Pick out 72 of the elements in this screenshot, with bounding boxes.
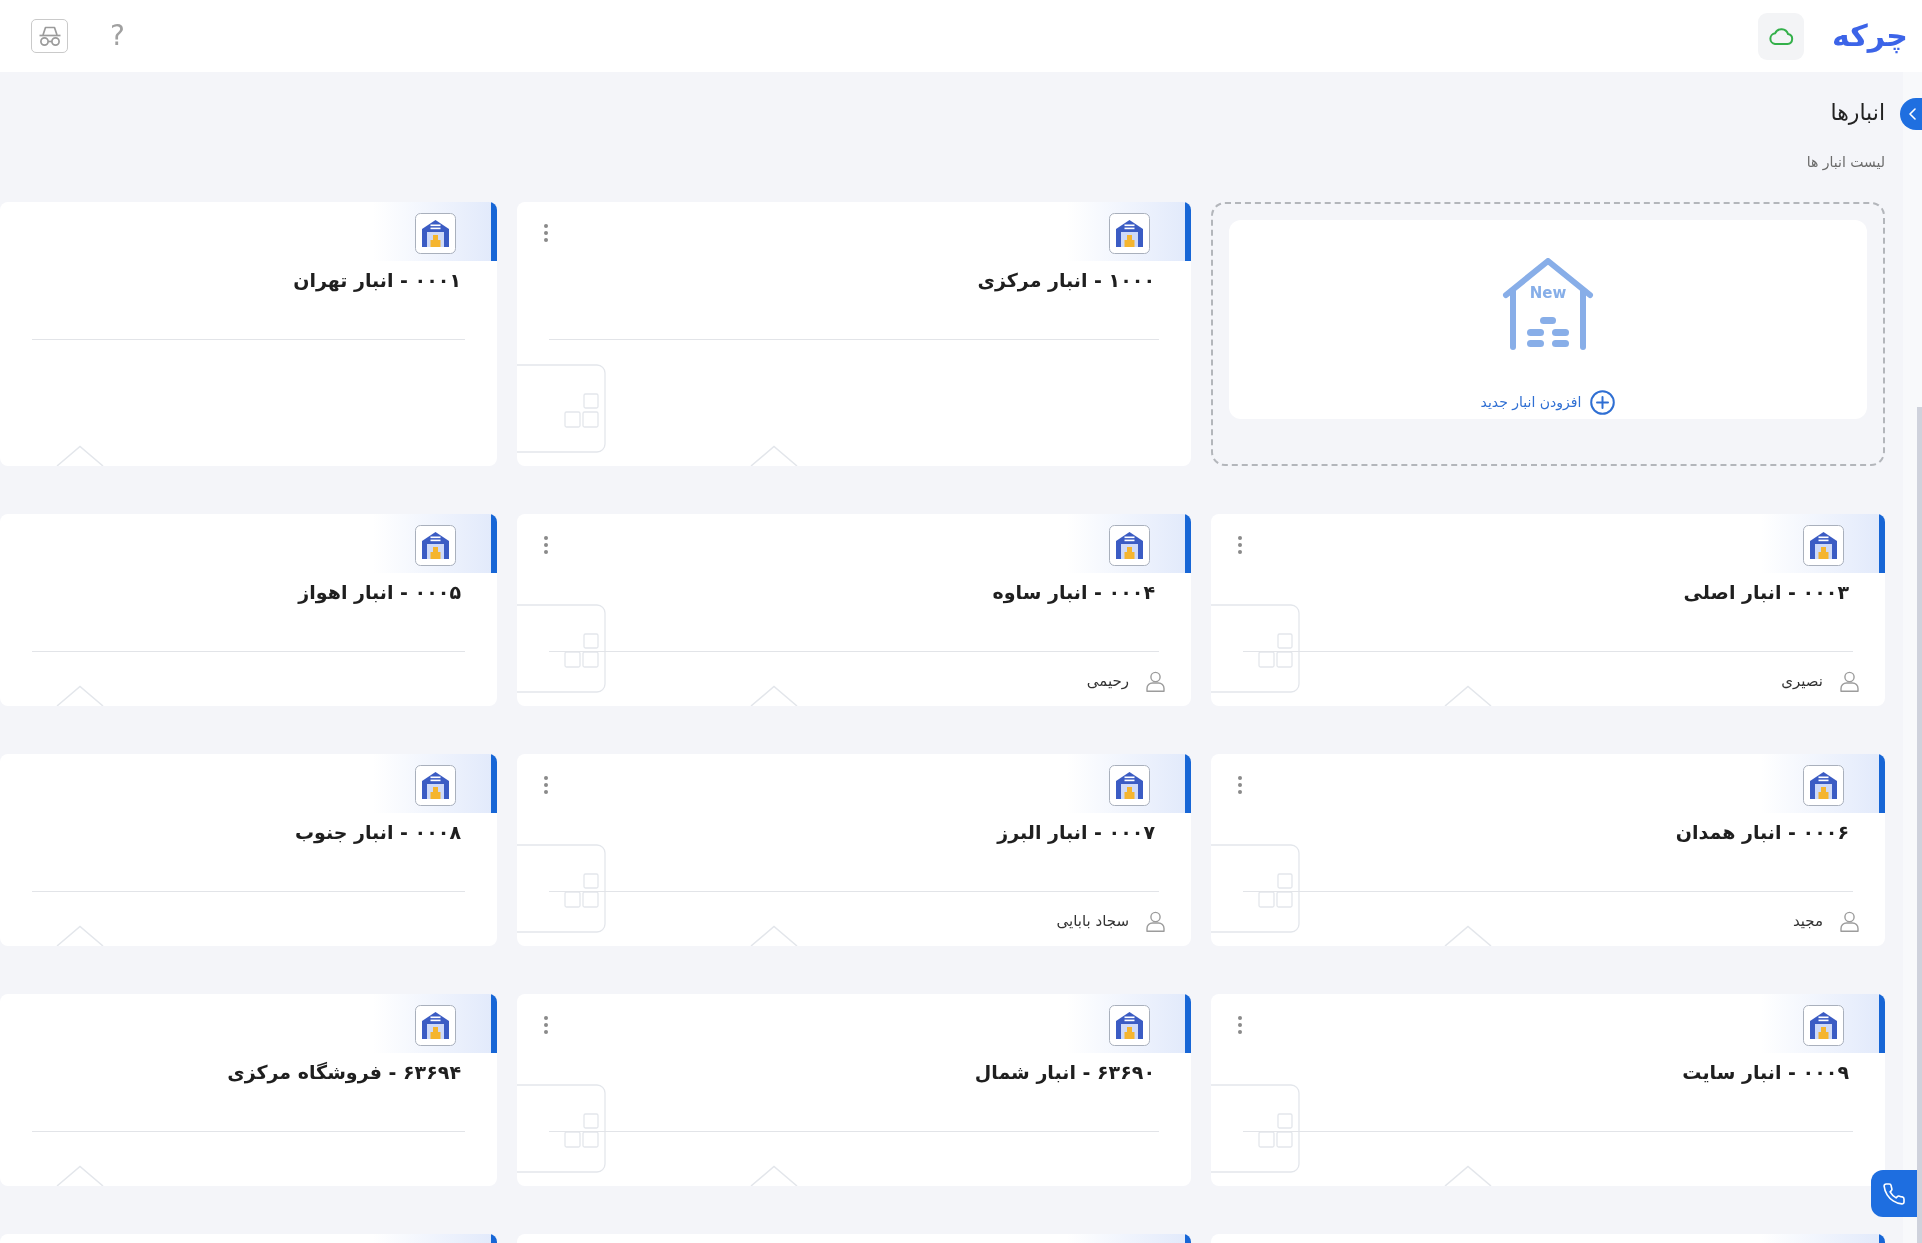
page-title: انبارها xyxy=(1830,99,1885,127)
warehouse-title: ۰۰۰۱ - انبار تهران xyxy=(293,268,461,294)
chevron-left-icon xyxy=(1909,108,1916,120)
keeper-name: نصیری xyxy=(1781,671,1823,692)
card-menu-button[interactable] xyxy=(542,773,550,797)
more-icon xyxy=(1238,536,1242,554)
person-icon xyxy=(1146,671,1165,692)
roof-decoration xyxy=(750,445,798,466)
person-icon xyxy=(1840,911,1859,932)
warehouse-title: ۰۰۰۶ - انبار همدان xyxy=(1675,820,1849,846)
warehouse-outline-icon xyxy=(1502,258,1594,350)
plus-circle-icon xyxy=(1590,390,1616,415)
warehouse-title: ۶۳۶۹۴ - فروشگاه مرکزی xyxy=(227,1060,461,1086)
warehouse-icon xyxy=(1109,525,1150,566)
warehouse-icon xyxy=(1803,765,1844,806)
more-icon xyxy=(1238,776,1242,794)
warehouse-icon xyxy=(1803,1005,1844,1046)
roof-decoration xyxy=(750,1165,798,1186)
roof-decoration xyxy=(56,1165,104,1186)
roof-decoration xyxy=(1444,1165,1492,1186)
warehouse-icon xyxy=(1109,213,1150,254)
warehouse-title: ۰۰۰۳ - انبار اصلی xyxy=(1683,580,1849,606)
phone-button[interactable] xyxy=(1871,1170,1917,1217)
page-subtitle: لیست انبار ها xyxy=(1806,153,1885,172)
more-icon xyxy=(544,776,548,794)
collapse-button[interactable] xyxy=(1900,98,1922,130)
card-menu-button[interactable] xyxy=(542,1013,550,1037)
roof-decoration xyxy=(1444,925,1492,946)
scrollbar-thumb[interactable] xyxy=(1917,407,1922,1243)
roof-decoration xyxy=(56,685,104,706)
warehouse-title: ۰۰۰۵ - انبار اهواز xyxy=(298,580,461,606)
warehouse-icon xyxy=(415,1005,456,1046)
more-icon xyxy=(1238,1016,1242,1034)
new-label: New xyxy=(1529,284,1567,302)
warehouse-title: ۱۰۰۰ - انبار مرکزی xyxy=(977,268,1155,294)
card-menu-button[interactable] xyxy=(1236,1013,1244,1037)
warehouse-title: ۰۰۰۹ - انبار سایت xyxy=(1682,1060,1849,1086)
person-icon xyxy=(1840,671,1859,692)
cloud-button[interactable] xyxy=(1758,12,1805,60)
card-menu-button[interactable] xyxy=(542,221,550,245)
card-menu-button[interactable] xyxy=(1236,773,1244,797)
more-icon xyxy=(544,1016,548,1034)
warehouse-title: ۰۰۰۴ - انبار ساوه xyxy=(992,580,1155,606)
warehouse-title: ۰۰۰۸ - انبار جنوب xyxy=(294,820,461,846)
card-menu-button[interactable] xyxy=(542,533,550,557)
incognito-icon xyxy=(37,25,62,47)
warehouse-icon xyxy=(415,213,456,254)
keeper-name: مجید xyxy=(1792,911,1823,932)
warehouse-icon xyxy=(1803,525,1844,566)
incognito-button[interactable] xyxy=(31,19,68,53)
add-warehouse-button[interactable]: افزودن انبار جدید xyxy=(1480,390,1616,415)
roof-decoration xyxy=(56,925,104,946)
help-button[interactable]: ? xyxy=(110,21,125,51)
person-icon xyxy=(1146,911,1165,932)
warehouse-title: ۰۰۰۷ - انبار البرز xyxy=(997,820,1155,846)
logo[interactable]: چرکه xyxy=(1832,16,1908,56)
roof-decoration xyxy=(56,445,104,466)
more-icon xyxy=(544,224,548,242)
roof-decoration xyxy=(750,925,798,946)
warehouse-title: ۶۳۶۹۰ - انبار شمال xyxy=(974,1060,1155,1086)
more-icon xyxy=(544,536,548,554)
roof-decoration xyxy=(750,685,798,706)
warehouse-icon xyxy=(1109,765,1150,806)
cloud-icon xyxy=(1768,27,1795,45)
keeper-name: رحیمی xyxy=(1086,671,1129,692)
warehouse-icon xyxy=(415,525,456,566)
warehouse-icon xyxy=(415,765,456,806)
roof-decoration xyxy=(1444,685,1492,706)
phone-icon xyxy=(1882,1181,1906,1206)
keeper-name: سجاد بابایی xyxy=(1056,911,1129,932)
warehouse-icon xyxy=(1109,1005,1150,1046)
card-menu-button[interactable] xyxy=(1236,533,1244,557)
